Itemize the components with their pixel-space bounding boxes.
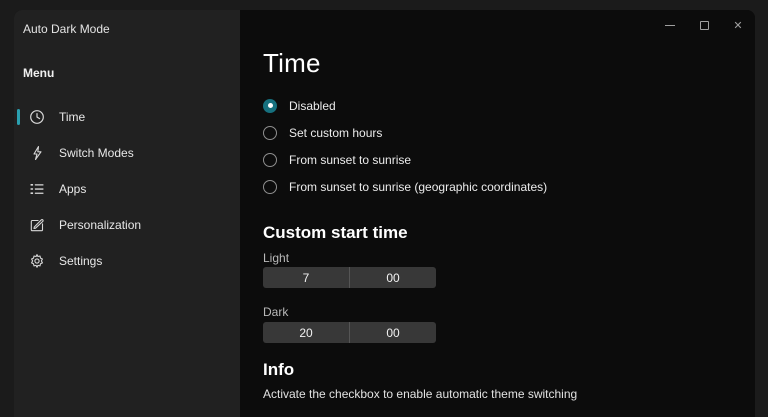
radio-label: From sunset to sunrise xyxy=(289,153,411,167)
sidebar-nav: Time Switch Modes xyxy=(14,104,240,274)
sidebar-item-apps[interactable]: Apps xyxy=(18,176,236,202)
maximize-icon xyxy=(700,21,709,30)
radio-option-disabled[interactable]: Disabled xyxy=(263,92,755,119)
menu-section-label: Menu xyxy=(14,66,240,80)
radio-icon[interactable] xyxy=(263,99,277,113)
lightning-icon xyxy=(29,145,45,161)
radio-label: Disabled xyxy=(289,99,336,113)
sidebar: Auto Dark Mode Menu Time xyxy=(14,10,240,417)
dark-minute-field[interactable]: 00 xyxy=(350,322,436,343)
sidebar-item-label: Switch Modes xyxy=(59,146,134,160)
minimize-button[interactable] xyxy=(653,10,687,40)
radio-option-sunset-sunrise-geo[interactable]: From sunset to sunrise (geographic coord… xyxy=(263,173,755,200)
light-label: Light xyxy=(263,251,755,266)
app-window: Auto Dark Mode Menu Time xyxy=(14,10,755,417)
selected-indicator xyxy=(17,217,20,233)
info-text: Activate the checkbox to enable automati… xyxy=(263,387,755,402)
radio-label: Set custom hours xyxy=(289,126,382,140)
selected-indicator xyxy=(17,181,20,197)
app-title: Auto Dark Mode xyxy=(14,22,240,36)
maximize-button[interactable] xyxy=(687,10,721,40)
radio-label: From sunset to sunrise (geographic coord… xyxy=(289,180,547,194)
sidebar-item-time[interactable]: Time xyxy=(18,104,236,130)
dark-label: Dark xyxy=(263,305,755,320)
radio-icon[interactable] xyxy=(263,126,277,140)
sidebar-item-label: Time xyxy=(59,110,85,124)
dark-hour-field[interactable]: 20 xyxy=(263,322,349,343)
custom-start-time-heading: Custom start time xyxy=(263,222,755,244)
sidebar-item-label: Apps xyxy=(59,182,86,196)
sidebar-item-personalization[interactable]: Personalization xyxy=(18,212,236,238)
info-heading: Info xyxy=(263,359,755,381)
radio-icon[interactable] xyxy=(263,180,277,194)
light-hour-field[interactable]: 7 xyxy=(263,267,349,288)
titlebar-controls: ✕ xyxy=(653,10,755,40)
selected-indicator xyxy=(17,109,20,125)
sidebar-item-label: Settings xyxy=(59,254,102,268)
edit-icon xyxy=(29,217,45,233)
dark-time-picker: 20 00 xyxy=(263,322,436,343)
gear-icon xyxy=(29,253,45,269)
sidebar-item-label: Personalization xyxy=(59,218,141,232)
sidebar-item-switch-modes[interactable]: Switch Modes xyxy=(18,140,236,166)
radio-option-custom-hours[interactable]: Set custom hours xyxy=(263,119,755,146)
sidebar-item-settings[interactable]: Settings xyxy=(18,248,236,274)
clock-icon xyxy=(29,109,45,125)
close-button[interactable]: ✕ xyxy=(721,10,755,40)
radio-option-sunset-sunrise[interactable]: From sunset to sunrise xyxy=(263,146,755,173)
light-minute-field[interactable]: 00 xyxy=(350,267,436,288)
radio-icon[interactable] xyxy=(263,153,277,167)
light-time-picker: 7 00 xyxy=(263,267,436,288)
selected-indicator xyxy=(17,145,20,161)
schedule-mode-radio-group: Disabled Set custom hours From sunset to… xyxy=(263,92,755,200)
desktop-background: { "window": { "app_title": "Auto Dark Mo… xyxy=(0,0,768,417)
close-icon: ✕ xyxy=(733,19,742,32)
main-content: ✕ Time Disabled Set custom hours From su… xyxy=(240,10,755,417)
minimize-icon xyxy=(665,25,675,26)
selected-indicator xyxy=(17,253,20,269)
list-icon xyxy=(29,181,45,197)
page-title: Time xyxy=(263,48,755,78)
